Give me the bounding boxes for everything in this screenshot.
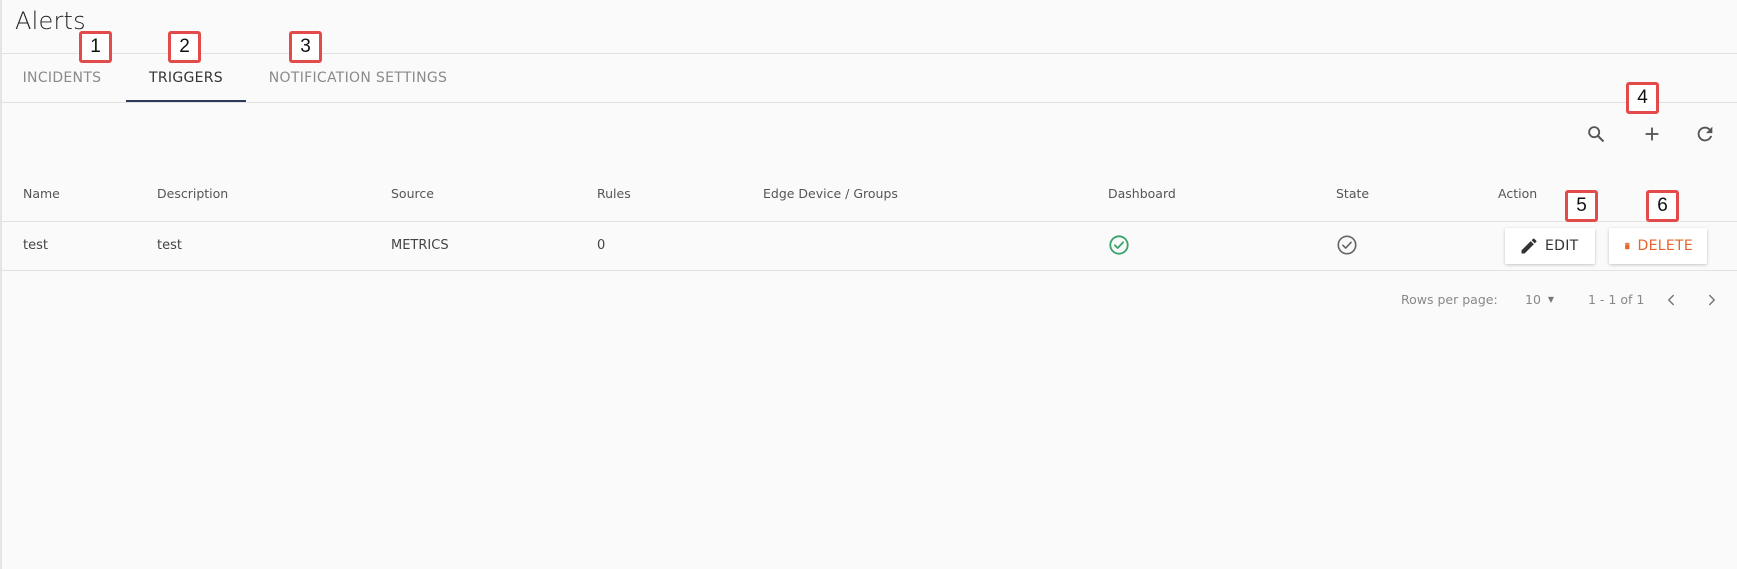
pencil-icon xyxy=(1521,238,1537,254)
column-header-rules: Rules xyxy=(597,186,631,201)
page-title: Alerts xyxy=(15,7,86,35)
column-header-name: Name xyxy=(23,186,60,201)
annotation-badge-4: 4 xyxy=(1626,82,1659,114)
pagination-range: 1 - 1 of 1 xyxy=(1588,292,1645,307)
column-header-edge-device-groups: Edge Device / Groups xyxy=(763,186,898,201)
rows-per-page-label: Rows per page: xyxy=(1401,292,1498,307)
add-trigger-button[interactable] xyxy=(1636,118,1668,150)
row-source-cell: METRICS xyxy=(391,238,449,253)
plus-icon xyxy=(1645,127,1659,141)
search-button[interactable] xyxy=(1580,118,1612,150)
annotation-badge-6: 6 xyxy=(1646,190,1679,222)
edit-button-label: EDIT xyxy=(1545,238,1579,254)
tabs-divider xyxy=(0,102,1737,103)
annotation-badge-3: 3 xyxy=(289,31,322,63)
rows-per-page-value: 10 xyxy=(1525,292,1541,307)
column-header-source: Source xyxy=(391,186,434,201)
left-edge-border xyxy=(0,0,2,569)
header-row-divider xyxy=(0,221,1737,222)
column-header-description: Description xyxy=(157,186,229,201)
row-divider xyxy=(0,270,1737,271)
next-page-button[interactable] xyxy=(1700,288,1724,312)
annotation-badge-2: 2 xyxy=(168,31,201,63)
row-rules-cell: 0 xyxy=(597,238,606,253)
row-name-cell: test xyxy=(23,238,48,253)
trash-icon xyxy=(1624,242,1630,250)
annotation-badge-5: 5 xyxy=(1565,190,1598,222)
tab-notification-settings[interactable]: NOTIFICATION SETTINGS xyxy=(258,54,458,102)
previous-page-button[interactable] xyxy=(1659,288,1683,312)
refresh-icon xyxy=(1697,126,1713,142)
rows-per-page-select[interactable]: 10 ▼ xyxy=(1525,292,1554,307)
annotation-badge-1: 1 xyxy=(79,31,112,63)
column-header-state: State xyxy=(1336,186,1370,201)
edit-button[interactable]: EDIT xyxy=(1505,228,1595,264)
dashboard-check-circle-icon xyxy=(1109,235,1129,255)
delete-button[interactable]: DELETE xyxy=(1609,228,1707,264)
refresh-button[interactable] xyxy=(1689,118,1721,150)
search-icon xyxy=(1588,126,1604,142)
chevron-right-icon xyxy=(1709,294,1715,306)
state-check-circle-icon xyxy=(1337,235,1357,255)
chevron-left-icon xyxy=(1668,294,1674,306)
row-description-cell: test xyxy=(157,238,182,253)
column-header-action: Action xyxy=(1498,186,1538,201)
column-header-dashboard: Dashboard xyxy=(1108,186,1176,201)
caret-down-icon: ▼ xyxy=(1547,295,1555,304)
delete-button-label: DELETE xyxy=(1637,238,1693,254)
